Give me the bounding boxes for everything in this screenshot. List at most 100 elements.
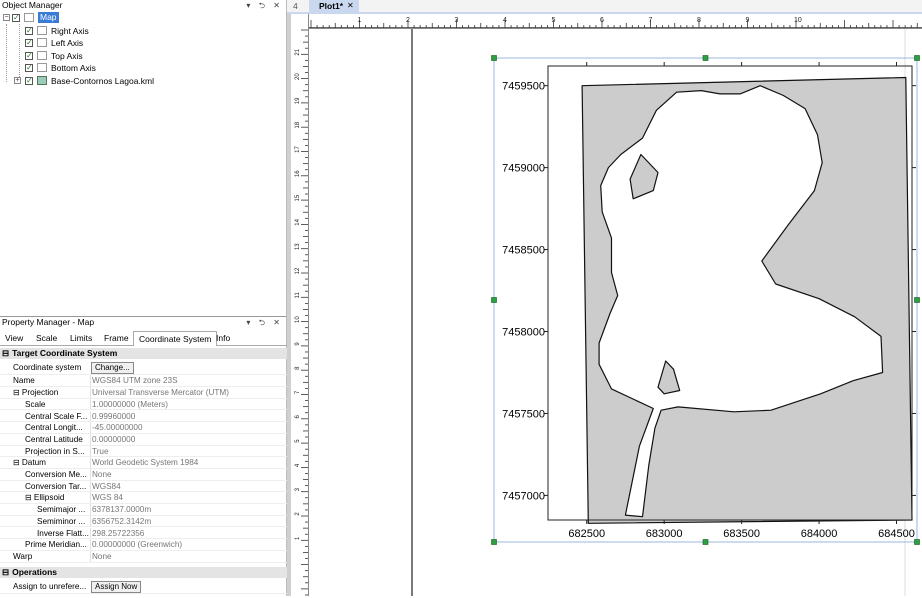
property-manager-title-text: Property Manager - Map — [2, 317, 95, 327]
vertical-ruler[interactable]: 21 20 19 18 17 16 15 14 13 12 11 10 9 8 7 6 5 4 3 2 1 — [291, 14, 309, 596]
prop-semiminor: Semiminor ... 6356752.3142m — [0, 515, 289, 528]
prop-value[interactable]: 6378137.0000m — [90, 504, 289, 515]
tab-scale[interactable]: Scale — [31, 331, 62, 345]
ruler-label: 15 — [295, 194, 301, 201]
resize-handle[interactable] — [914, 297, 920, 303]
collapse-icon[interactable]: ⊟ — [13, 388, 20, 397]
close-tab-icon[interactable]: ✕ — [347, 0, 354, 12]
prop-name: Name WGS84 UTM zone 23S — [0, 375, 289, 388]
prop-value[interactable]: 1.00000000 (Meters) — [90, 398, 289, 410]
ruler-label: 9 — [295, 342, 301, 346]
prop-value: Change... — [90, 361, 288, 375]
prop-ellipsoid: ⊟ Ellipsoid WGS 84 — [0, 492, 289, 505]
object-manager-pane-buttons[interactable]: ▾ ⮌ ✕ — [246, 0, 283, 11]
prop-value[interactable]: 0.99960000 — [90, 410, 289, 422]
collapse-icon[interactable]: ⊟ — [13, 458, 20, 467]
ruler-label: 1 — [358, 17, 362, 24]
ruler-label: 1 — [295, 536, 301, 540]
resize-handle[interactable] — [702, 539, 709, 545]
collapse-icon[interactable]: ⊟ — [2, 348, 9, 358]
prop-value[interactable]: WGS84 UTM zone 23S — [90, 375, 289, 387]
resize-handle[interactable] — [914, 539, 920, 545]
y-tick-label: 7459500 — [502, 81, 545, 93]
resize-handle[interactable] — [702, 55, 709, 61]
ruler-label: 9 — [746, 17, 750, 24]
property-manager-title: Property Manager - Map ▾ ⮌ ✕ — [0, 316, 286, 327]
prop-name-label: ⊟ Projection — [0, 387, 100, 398]
ruler-label: 7 — [649, 17, 653, 24]
map-plot[interactable]: 682500 683000 683500 684000 684500 7459500 745… — [309, 29, 922, 596]
ruler-label: 6 — [295, 414, 301, 418]
property-tabs: View Scale Limits Frame Coordinate Syste… — [0, 331, 287, 346]
prop-value[interactable]: 0.00000000 (Greenwich) — [90, 539, 289, 550]
assign-now-button[interactable]: Assign Now — [91, 581, 142, 593]
prop-value[interactable]: 6356752.3142m — [90, 515, 289, 527]
prop-name-label: Assign to unrefere... — [13, 582, 87, 591]
plot-canvas[interactable]: 682500 683000 683500 684000 684500 7459500 745… — [309, 29, 922, 596]
horizontal-ruler-graphic: 1 2 3 4 5 6 7 8 9 10 — [291, 17, 922, 28]
map-visibility-checkbox[interactable] — [12, 12, 20, 24]
change-button[interactable]: Change... — [91, 362, 134, 375]
property-manager-pane: Property Manager - Map ▾ ⮌ ✕ View Scale … — [0, 316, 287, 596]
tree-item-bottom-axis[interactable]: Bottom Axis — [0, 62, 287, 74]
kml-layer-checkbox[interactable] — [25, 75, 33, 87]
ruler-label: 2 — [406, 17, 410, 24]
left-axis-checkbox[interactable] — [25, 37, 33, 49]
resize-handle[interactable] — [491, 539, 497, 545]
ruler-label: 5 — [295, 439, 301, 443]
horizontal-ruler[interactable]: 1 2 3 4 5 6 7 8 9 10 — [291, 14, 922, 29]
prop-value[interactable]: None — [90, 469, 289, 480]
section-target-coordinate-system[interactable]: ⊟ Target Coordinate System — [0, 348, 287, 359]
prop-projection: ⊟ Projection Universal Transverse Mercato… — [0, 387, 287, 399]
ruler-label: 19 — [295, 97, 301, 104]
tree-item-label: Map — [38, 12, 59, 23]
prop-inverse-flattening: Inverse Flatt... 298.25722356 — [0, 527, 289, 540]
prop-value[interactable]: True — [90, 445, 289, 457]
tab-view[interactable]: View — [0, 331, 28, 345]
right-axis-checkbox[interactable] — [25, 25, 33, 37]
prop-central-longitude: Central Longit... -45.00000000 — [0, 422, 287, 434]
tab-info[interactable]: Info — [211, 331, 235, 345]
tree-item-left-axis[interactable]: Left Axis — [0, 37, 287, 49]
tab-plot1[interactable]: Plot1* ✕ — [309, 0, 359, 12]
tab-coordinate-system[interactable]: Coordinate System — [133, 331, 218, 346]
prop-value[interactable]: None — [90, 550, 289, 562]
resize-handle[interactable] — [914, 55, 920, 61]
ruler-label: 2 — [295, 512, 301, 516]
tab-frame[interactable]: Frame — [99, 331, 134, 345]
collapse-icon[interactable]: ⊟ — [25, 493, 32, 502]
prop-value[interactable]: World Geodetic System 1984 — [90, 457, 289, 468]
prop-value[interactable]: 0.00000000 — [90, 433, 289, 445]
prop-label: Datum — [21, 458, 46, 468]
tree-item-map[interactable]: − Map — [0, 12, 287, 24]
ruler-label: 5 — [552, 17, 556, 24]
prop-value[interactable]: WGS84 — [90, 480, 289, 492]
collapse-icon[interactable]: − — [3, 14, 10, 21]
collapse-icon[interactable]: ⊟ — [2, 567, 9, 577]
y-tick-label: 7458000 — [502, 327, 545, 339]
object-manager-pane: Object Manager ▾ ⮌ ✕ − Map Right Axis Le… — [0, 0, 287, 316]
tab-scroll-left-icon[interactable]: 4 — [293, 0, 298, 12]
prop-name-label: Name — [13, 376, 35, 386]
expand-icon[interactable]: + — [14, 76, 21, 84]
tree-item-top-axis[interactable]: Top Axis — [0, 50, 287, 62]
prop-value[interactable]: Universal Transverse Mercator (UTM) — [90, 387, 289, 398]
resize-handle[interactable] — [491, 55, 497, 61]
resize-handle[interactable] — [491, 297, 497, 303]
prop-value[interactable]: WGS 84 — [90, 492, 289, 504]
prop-value[interactable]: 298.25722356 — [90, 527, 289, 539]
top-axis-checkbox[interactable] — [25, 50, 33, 62]
tab-plot1-label: Plot1* — [319, 1, 344, 11]
property-manager-pane-buttons[interactable]: ▾ ⮌ ✕ — [246, 317, 283, 328]
prop-name: Coordinate system — [13, 363, 82, 373]
tab-limits[interactable]: Limits — [65, 331, 97, 345]
ruler-label: 3 — [295, 487, 301, 491]
prop-value[interactable]: -45.00000000 — [90, 422, 289, 433]
tree-item-kml-layer[interactable]: + Base-Contornos Lagoa.kml — [0, 75, 287, 87]
axis-icon — [37, 63, 47, 72]
tree-item-right-axis[interactable]: Right Axis — [0, 25, 287, 37]
section-operations[interactable]: ⊟ Operations — [0, 567, 287, 578]
bottom-axis-checkbox[interactable] — [25, 62, 33, 74]
tree-item-label: Left Axis — [51, 38, 84, 48]
x-tick-label: 683500 — [723, 528, 760, 540]
